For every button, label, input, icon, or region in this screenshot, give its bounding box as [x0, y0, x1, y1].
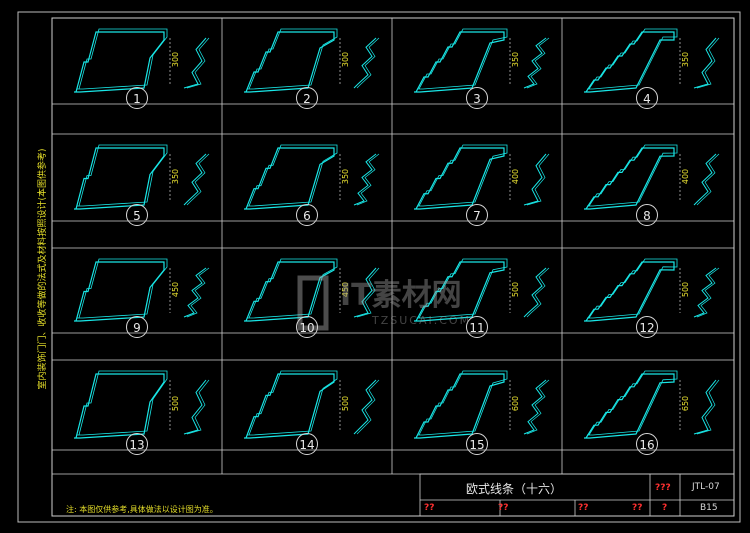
profile-number-9: 9 — [126, 316, 148, 338]
inner-border — [51, 17, 735, 517]
profile-2 — [244, 28, 380, 93]
profile-dimension-5: 350 — [171, 168, 181, 184]
sign-label-4: ?? — [632, 503, 643, 513]
profile-dimension-2: 300 — [341, 51, 351, 68]
watermark-brand: IT素材网 — [340, 278, 462, 313]
profile-dimension-3: 350 — [511, 51, 521, 68]
watermark-url: TZSUCAI.COM — [372, 314, 472, 327]
profile-number-8: 8 — [636, 204, 658, 226]
profile-dimension-13: 500 — [171, 395, 181, 412]
profile-number-15: 15 — [466, 433, 488, 455]
profile-dimension-15: 600 — [511, 395, 521, 412]
profile-14 — [244, 370, 380, 439]
cell-grid — [52, 18, 734, 475]
profile-4 — [584, 28, 720, 93]
profile-number-13: 13 — [126, 433, 148, 455]
profile-number-12: 12 — [636, 316, 658, 338]
profile-number-1: 1 — [126, 87, 148, 109]
code-label: ??? — [655, 483, 671, 493]
drawing-sheet — [17, 11, 741, 523]
profile-9 — [74, 258, 210, 322]
profile-16 — [584, 370, 720, 439]
sign-label-3: ?? — [578, 503, 589, 513]
profile-12 — [584, 258, 720, 322]
page-label: ? — [662, 503, 668, 513]
profile-1 — [74, 28, 210, 93]
sign-label-2: ?? — [498, 503, 509, 513]
profile-dimension-14: 500 — [341, 395, 351, 412]
profile-dimension-1: 300 — [171, 51, 181, 68]
bottom-note: 注: 本图仅供参考,具体做法以设计图为准。 — [66, 505, 218, 514]
profile-dimension-6: 350 — [341, 168, 351, 184]
profile-number-7: 7 — [466, 204, 488, 226]
profile-dimension-4: 350 — [681, 51, 691, 68]
profile-number-14: 14 — [296, 433, 318, 455]
sign-label-1: ?? — [424, 503, 435, 513]
drawing-code: JTL-07 — [692, 482, 720, 492]
profile-number-10: 10 — [296, 316, 318, 338]
side-note-text: 室内装饰门门、收收等做的法式及材料按照设计(本图供参考) — [38, 148, 48, 390]
page-number: B15 — [700, 503, 718, 513]
profile-number-16: 16 — [636, 433, 658, 455]
drawing-title: 欧式线条（十六） — [466, 482, 563, 496]
profile-15 — [414, 370, 550, 439]
profile-drawings — [74, 28, 720, 439]
profile-dimension-11: 500 — [511, 281, 521, 297]
profile-number-3: 3 — [466, 87, 488, 109]
profile-number-6: 6 — [296, 204, 318, 226]
profile-number-4: 4 — [636, 87, 658, 109]
profile-dimension-12: 500 — [681, 281, 691, 297]
profile-dimension-9: 450 — [171, 281, 181, 297]
side-note: 室内装饰门门、收收等做的法式及材料按照设计(本图供参考) — [34, 30, 50, 510]
profile-7 — [414, 144, 550, 210]
profile-6 — [244, 144, 380, 210]
profile-dimension-8: 400 — [681, 168, 691, 184]
profile-13 — [74, 370, 210, 439]
profile-3 — [414, 28, 550, 93]
profile-number-5: 5 — [126, 204, 148, 226]
profile-dimension-7: 400 — [511, 168, 521, 184]
profile-5 — [74, 144, 210, 210]
profile-number-2: 2 — [296, 87, 318, 109]
profile-dimension-16: 650 — [681, 395, 691, 412]
profile-8 — [584, 144, 720, 210]
